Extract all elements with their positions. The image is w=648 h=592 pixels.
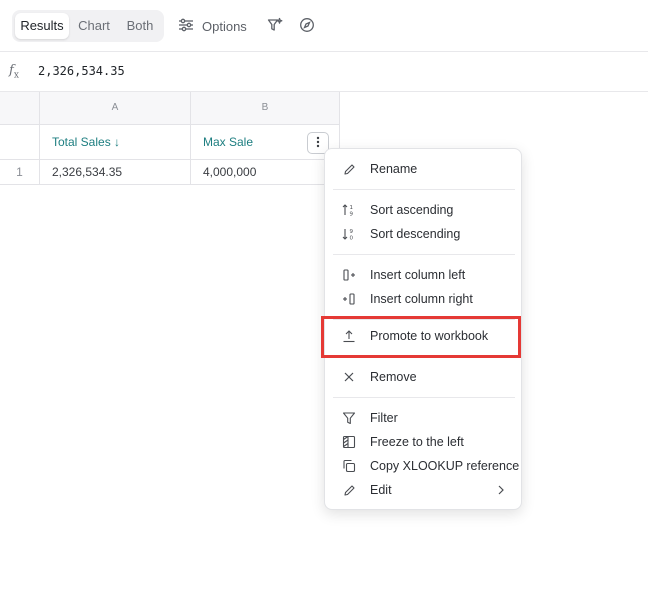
copy-icon [342, 459, 356, 473]
column-letter-a[interactable]: A [40, 92, 191, 125]
table-cell[interactable]: 2,326,534.35 [40, 160, 191, 185]
sort-ascending-icon: 19 [342, 203, 356, 217]
menu-item-rename[interactable]: Rename [325, 157, 521, 181]
formula-bar: fx 2,326,534.35 [0, 52, 648, 92]
menu-item-label: Copy XLOOKUP reference [370, 459, 520, 473]
menu-item-label: Remove [370, 370, 417, 384]
menu-item-remove[interactable]: Remove [325, 365, 521, 389]
menu-item-insert-column-right[interactable]: Insert column right [325, 287, 521, 311]
formula-value[interactable]: 2,326,534.35 [38, 64, 125, 78]
pencil-icon [342, 162, 356, 176]
menu-item-label: Sort descending [370, 227, 461, 241]
column-letter-b[interactable]: B [191, 92, 340, 125]
options-label: Options [202, 18, 247, 34]
sliders-icon [178, 18, 194, 35]
fx-icon: fx [9, 63, 19, 81]
pencil-icon [342, 483, 356, 497]
menu-divider [333, 254, 515, 255]
menu-divider [333, 397, 515, 398]
compass-icon [299, 17, 315, 36]
menu-item-label: Sort ascending [370, 203, 454, 217]
options-button[interactable]: Options [178, 14, 247, 38]
tab-both[interactable]: Both [119, 13, 161, 39]
menu-item-insert-column-left[interactable]: Insert column left [325, 263, 521, 287]
sparkle-filter-icon [267, 17, 283, 36]
view-mode-segmented-control: Results Chart Both [12, 10, 164, 42]
menu-item-filter[interactable]: Filter [325, 406, 521, 430]
filter-icon [342, 411, 356, 425]
column-header-total-sales[interactable]: Total Sales ↓ [40, 125, 191, 160]
highlight-box [321, 316, 521, 358]
svg-text:9: 9 [350, 212, 354, 218]
toolbar: Results Chart Both Options [0, 0, 648, 52]
menu-item-copy-xlookup[interactable]: Copy XLOOKUP reference [325, 454, 521, 478]
menu-item-label: Filter [370, 411, 398, 425]
sort-descending-icon: 90 [342, 227, 356, 241]
menu-item-sort-descending[interactable]: 90 Sort descending [325, 222, 521, 246]
menu-divider [333, 189, 515, 190]
chevron-right-icon [497, 484, 505, 499]
menu-item-label: Insert column left [370, 268, 466, 282]
grid-corner [0, 92, 40, 125]
insert-column-right-icon [342, 292, 356, 306]
menu-item-freeze-left[interactable]: Freeze to the left [325, 430, 521, 454]
svg-text:1: 1 [350, 205, 354, 211]
svg-text:0: 0 [350, 236, 354, 242]
menu-item-label: Edit [370, 483, 392, 497]
menu-item-sort-ascending[interactable]: 19 Sort ascending [325, 198, 521, 222]
row-number[interactable]: 1 [0, 160, 40, 185]
magic-filter-button[interactable] [265, 16, 285, 36]
explore-button[interactable] [297, 16, 317, 36]
insert-column-left-icon [342, 268, 356, 282]
tab-chart[interactable]: Chart [73, 13, 115, 39]
menu-item-label: Rename [370, 162, 418, 176]
table-cell[interactable]: 4,000,000 [191, 160, 340, 185]
menu-item-label: Insert column right [370, 292, 473, 306]
freeze-icon [342, 435, 356, 449]
close-icon [342, 370, 356, 384]
menu-item-label: Freeze to the left [370, 435, 464, 449]
tab-results[interactable]: Results [15, 13, 69, 39]
kebab-menu-icon [316, 136, 320, 151]
menu-item-edit[interactable]: Edit [325, 478, 521, 502]
svg-text:9: 9 [350, 229, 354, 235]
row-header-blank [0, 125, 40, 160]
